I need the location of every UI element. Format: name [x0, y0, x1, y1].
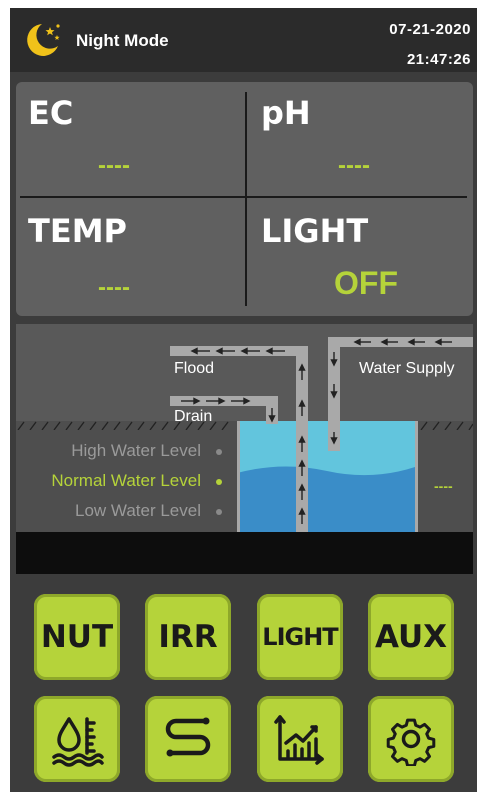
nut-button-label: NUT: [40, 619, 114, 655]
irr-button[interactable]: IRR: [145, 594, 231, 680]
water-level-button[interactable]: [34, 696, 120, 782]
light-value: OFF: [334, 265, 398, 301]
panel-divider-vertical: [245, 92, 247, 306]
header-bar: Night Mode 07-21-2020 21:47:26: [10, 8, 477, 72]
moon-stars-icon: [27, 24, 60, 56]
light-label: LIGHT: [261, 212, 369, 250]
aux-button[interactable]: AUX: [368, 594, 454, 680]
time-display: 21:47:26: [406, 51, 471, 68]
chart-trend-icon: [274, 715, 324, 765]
ec-value: ----: [98, 152, 130, 179]
water-level-icon: [52, 717, 104, 767]
pipes: [170, 337, 473, 532]
irr-button-label: IRR: [158, 619, 218, 655]
chart-button[interactable]: [257, 696, 343, 782]
temp-label: TEMP: [28, 212, 127, 250]
pipe-route-button[interactable]: [145, 696, 231, 782]
temp-value: ----: [98, 274, 130, 301]
sensor-panel: EC ---- pH ---- TEMP ---- LIGHT OFF: [16, 82, 473, 316]
water-supply-label: Water Supply: [359, 360, 455, 377]
panel-divider-horizontal: [20, 196, 467, 198]
light-button[interactable]: LIGHT: [257, 594, 343, 680]
settings-button[interactable]: [368, 696, 454, 782]
pipe-route-icon: [165, 717, 211, 757]
drain-label: Drain: [174, 408, 213, 425]
ph-label: pH: [261, 94, 311, 132]
mode-label: Night Mode: [76, 31, 169, 50]
status-strip: [16, 532, 473, 574]
date-display: 07-21-2020: [389, 21, 471, 38]
flood-label: Flood: [174, 360, 215, 377]
light-button-label: LIGHT: [262, 623, 338, 651]
nut-button[interactable]: NUT: [34, 594, 120, 680]
ph-value: ----: [338, 152, 370, 179]
aux-button-label: AUX: [374, 619, 448, 655]
tank-diagram: High Water Level Normal Water Level Low …: [16, 324, 473, 532]
controller-screen: Night Mode 07-21-2020 21:47:26 EC ---- p…: [10, 8, 477, 792]
gear-icon: [386, 718, 436, 766]
ec-label: EC: [28, 94, 74, 132]
